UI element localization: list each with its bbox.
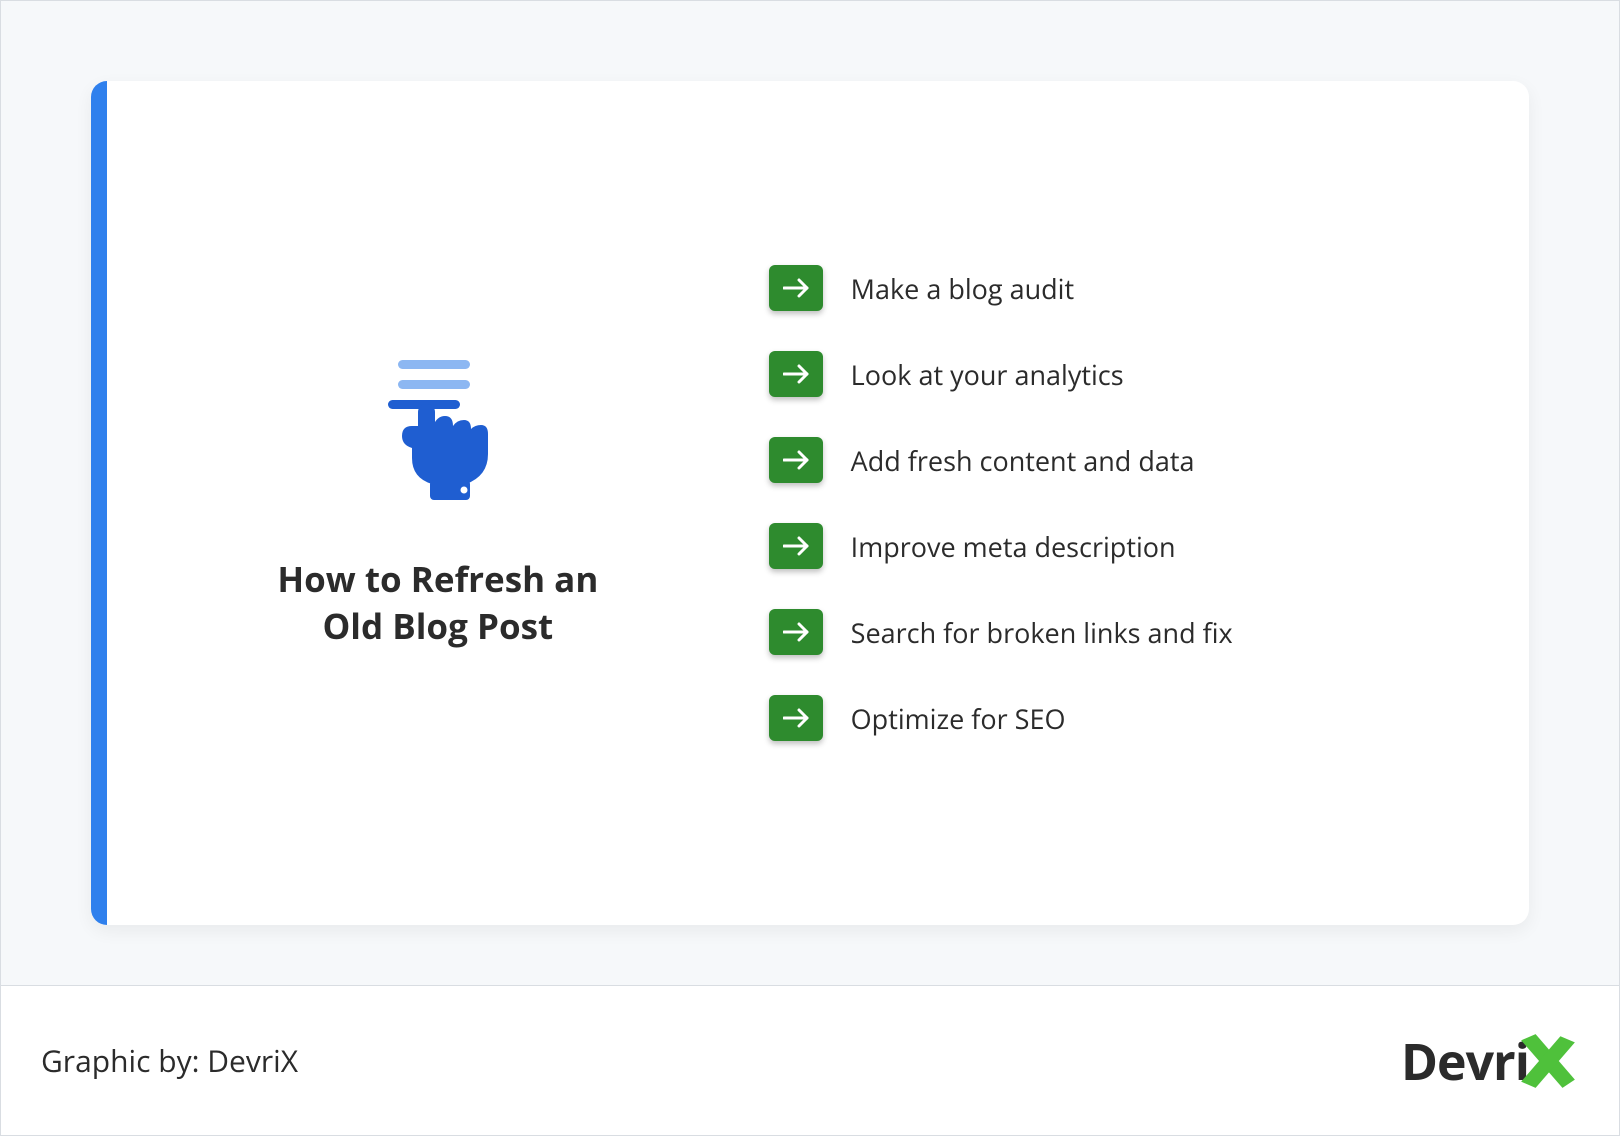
list-item-label: Improve meta description xyxy=(851,528,1176,565)
footer-bar: Graphic by: DevriX Devri xyxy=(1,985,1619,1135)
left-column: How to Refresh an Old Blog Post xyxy=(147,151,729,855)
list-item: Add fresh content and data xyxy=(769,437,1469,483)
list-item: Optimize for SEO xyxy=(769,695,1469,741)
list-item-label: Optimize for SEO xyxy=(851,700,1066,737)
arrow-right-icon xyxy=(769,437,823,483)
list-item-label: Search for broken links and fix xyxy=(851,614,1233,651)
steps-list: Make a blog audit Look at your analytics… xyxy=(729,151,1469,855)
card-body: How to Refresh an Old Blog Post Make a b… xyxy=(107,81,1529,925)
arrow-right-icon xyxy=(769,523,823,569)
list-item: Make a blog audit xyxy=(769,265,1469,311)
list-item-label: Look at your analytics xyxy=(851,356,1124,393)
list-item: Look at your analytics xyxy=(769,351,1469,397)
list-item-label: Add fresh content and data xyxy=(851,442,1195,479)
arrow-right-icon xyxy=(769,609,823,655)
brand-x-icon xyxy=(1517,1030,1579,1092)
list-item: Improve meta description xyxy=(769,523,1469,569)
brand-logo: Devri xyxy=(1401,1027,1579,1095)
list-item-label: Make a blog audit xyxy=(851,270,1074,307)
arrow-right-icon xyxy=(769,695,823,741)
graphic-frame: How to Refresh an Old Blog Post Make a b… xyxy=(0,0,1620,1136)
card-title: How to Refresh an Old Blog Post xyxy=(258,556,618,651)
arrow-right-icon xyxy=(769,351,823,397)
arrow-right-icon xyxy=(769,265,823,311)
canvas-area: How to Refresh an Old Blog Post Make a b… xyxy=(1,1,1619,985)
accent-bar xyxy=(91,81,107,925)
content-card: How to Refresh an Old Blog Post Make a b… xyxy=(91,81,1529,925)
credit-text: Graphic by: DevriX xyxy=(41,1040,298,1081)
list-item: Search for broken links and fix xyxy=(769,609,1469,655)
hand-select-icon xyxy=(378,356,498,506)
brand-text: Devri xyxy=(1401,1027,1529,1095)
